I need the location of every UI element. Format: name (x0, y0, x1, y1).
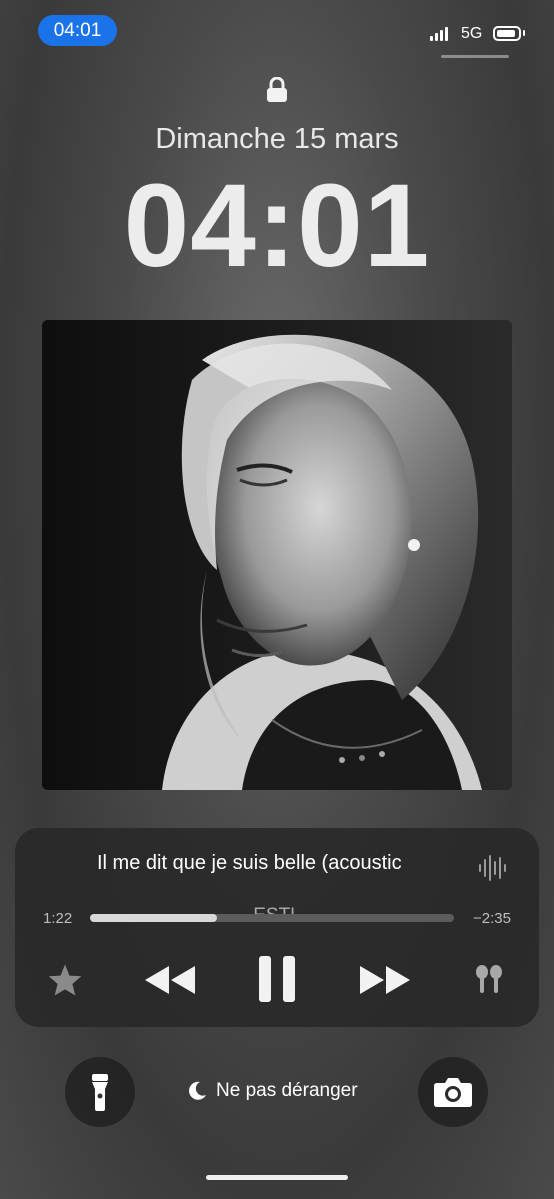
rewind-button[interactable] (140, 958, 200, 1002)
control-center-indicator[interactable] (441, 55, 509, 58)
flashlight-button[interactable] (65, 1057, 135, 1127)
do-not-disturb-label: Ne pas déranger (216, 1080, 358, 1101)
network-type: 5G (461, 25, 483, 42)
now-playing-widget: Il me dit que je suis belle (acoustic ES… (15, 828, 539, 1027)
progress-scrubber[interactable] (90, 914, 454, 922)
elapsed-time: 1:22 (43, 910, 73, 927)
home-indicator[interactable] (206, 1175, 348, 1180)
lockscreen-clock: 04:01 (123, 160, 431, 292)
do-not-disturb-status[interactable]: Ne pas déranger (186, 1080, 358, 1102)
star-icon[interactable] (43, 958, 87, 1002)
camera-icon (434, 1078, 472, 1107)
flashlight-icon (92, 1074, 108, 1111)
waveform-icon[interactable] (477, 854, 507, 887)
fast-forward-icon (360, 966, 410, 994)
song-title[interactable]: Il me dit que je suis belle (acoustic (97, 852, 477, 875)
signal-icon (430, 27, 448, 41)
moon-icon (189, 1081, 206, 1100)
battery-tip (523, 30, 525, 36)
pause-button[interactable] (253, 952, 301, 1006)
pause-icon (259, 956, 295, 1002)
battery-icon (493, 26, 521, 41)
album-artwork[interactable] (42, 320, 512, 790)
lock-icon (265, 76, 289, 108)
airpods-icon[interactable] (467, 958, 511, 1002)
fast-forward-button[interactable] (355, 958, 415, 1002)
lockscreen-date: Dimanche 15 mars (155, 123, 399, 155)
rewind-icon (145, 966, 195, 994)
camera-button[interactable] (418, 1057, 488, 1127)
status-time-pill[interactable]: 04:01 (38, 15, 117, 46)
progress-fill (90, 914, 218, 922)
remaining-time: −2:35 (473, 910, 511, 927)
